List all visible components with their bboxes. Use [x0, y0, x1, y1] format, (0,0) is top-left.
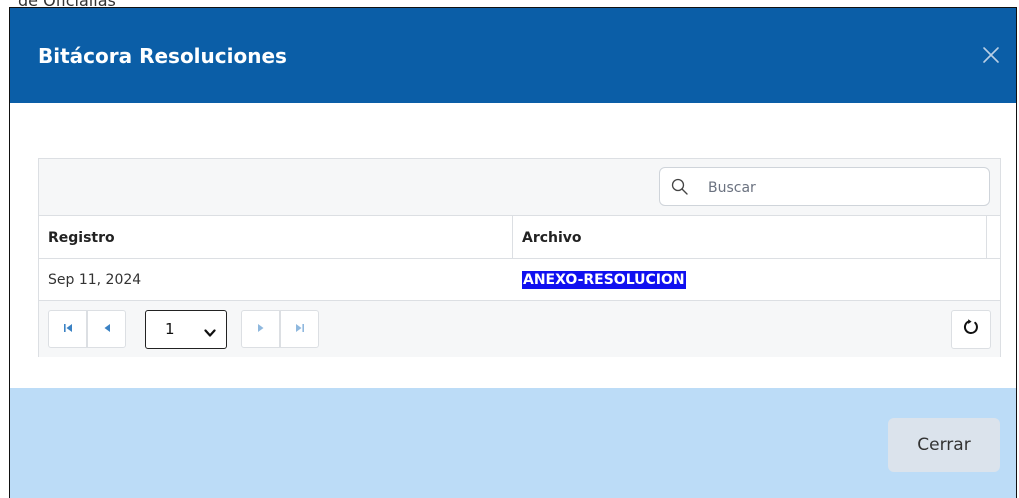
search-box[interactable]	[659, 167, 990, 206]
prev-page-icon	[102, 320, 112, 338]
cell-archivo: ANEXO-RESOLUCION	[513, 259, 987, 300]
close-button[interactable]: Cerrar	[888, 418, 1000, 472]
modal-header: Bitácora Resoluciones	[10, 8, 1016, 103]
first-page-button[interactable]	[48, 310, 87, 348]
last-page-button[interactable]	[280, 310, 319, 348]
chevron-down-icon	[204, 325, 216, 343]
page-select[interactable]: 1	[145, 310, 227, 349]
close-icon[interactable]	[980, 44, 1002, 66]
column-header-registro[interactable]: Registro	[39, 216, 513, 258]
search-input[interactable]	[706, 176, 980, 200]
table-row: Sep 11, 2024 ANEXO-RESOLUCION	[39, 259, 1000, 301]
grid-toolbar	[39, 159, 1000, 216]
next-page-button[interactable]	[241, 310, 280, 348]
search-icon	[670, 177, 690, 202]
refresh-button[interactable]	[951, 310, 991, 349]
grid-pager: 1	[39, 301, 1000, 357]
modal-title: Bitácora Resoluciones	[38, 44, 287, 68]
refresh-icon	[962, 318, 980, 341]
first-page-icon	[63, 320, 73, 338]
file-link[interactable]: ANEXO-RESOLUCION	[522, 271, 686, 289]
grid-header: Registro Archivo	[39, 216, 1000, 259]
cell-registro: Sep 11, 2024	[48, 272, 142, 288]
current-page-value: 1	[165, 320, 175, 338]
prev-page-button[interactable]	[87, 310, 126, 348]
resoluciones-grid: Registro Archivo Sep 11, 2024 ANEXO-RESO…	[38, 158, 1001, 357]
last-page-icon	[295, 320, 305, 338]
column-header-archivo[interactable]: Archivo	[513, 216, 987, 258]
modal-footer: Cerrar	[10, 388, 1016, 498]
bitacora-modal: Bitácora Resoluciones Registro Archivo	[9, 7, 1017, 498]
next-page-icon	[256, 320, 266, 338]
